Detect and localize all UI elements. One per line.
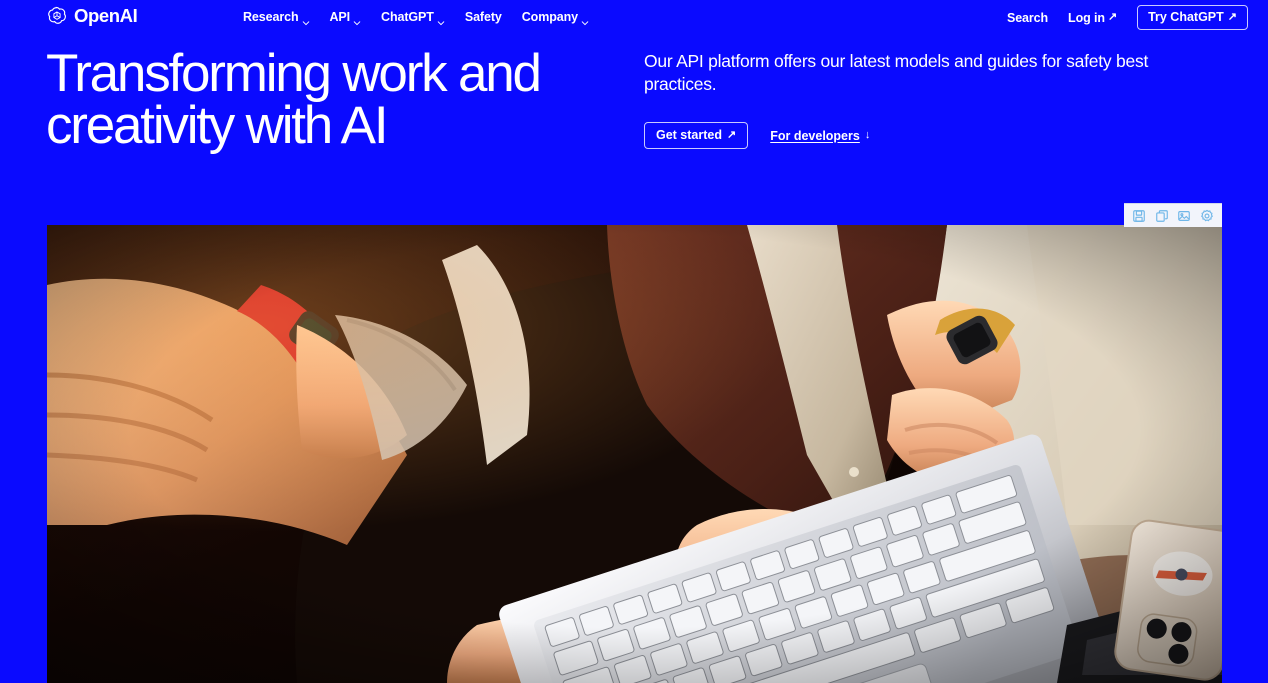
hero-action-row: Get started ↗ For developers ↓	[644, 122, 1224, 150]
nav-primary-links: Research API ChatGPT Safety Company	[243, 8, 589, 26]
main-navigation: OpenAI Research API ChatGPT Safety Compa…	[0, 0, 1268, 34]
search-button[interactable]: Search	[1007, 9, 1048, 27]
try-chatgpt-label: Try ChatGPT	[1148, 10, 1224, 24]
get-started-label: Get started	[656, 128, 722, 143]
nav-item-label: Safety	[464, 10, 502, 24]
nav-item-company[interactable]: Company	[522, 8, 589, 26]
nav-item-label: API	[329, 10, 351, 24]
nav-utility-links: Search Log in ↗ Try ChatGPT ↗	[1007, 5, 1248, 30]
nav-item-chatgpt[interactable]: ChatGPT	[381, 8, 445, 26]
nav-item-api[interactable]: API	[330, 8, 362, 26]
for-developers-label: For developers	[770, 128, 860, 143]
openai-logo-icon	[46, 5, 68, 27]
brand-logo-link[interactable]: OpenAI	[46, 5, 138, 27]
chevron-down-icon	[437, 14, 445, 26]
login-link[interactable]: Log in ↗	[1068, 9, 1117, 27]
arrow-up-right-icon: ↗	[1227, 10, 1237, 23]
hero-media	[47, 225, 1222, 683]
save-icon[interactable]	[1130, 207, 1148, 225]
for-developers-link[interactable]: For developers ↓	[770, 129, 870, 143]
image-icon[interactable]	[1175, 207, 1193, 225]
nav-item-safety[interactable]: Safety	[465, 8, 502, 26]
brand-name: OpenAI	[74, 5, 138, 26]
arrow-up-right-icon: ↗	[1107, 11, 1118, 23]
get-started-button[interactable]: Get started ↗	[644, 122, 749, 150]
settings-icon[interactable]	[1198, 207, 1216, 225]
nav-item-label: Research	[243, 10, 299, 24]
arrow-down-icon: ↓	[864, 129, 871, 142]
search-label: Search	[1006, 10, 1049, 25]
chevron-down-icon	[302, 14, 310, 26]
hero-right-column: Our API platform offers our latest model…	[644, 50, 1224, 150]
nav-item-label: Company	[521, 10, 579, 24]
nav-item-label: ChatGPT	[381, 10, 434, 24]
try-chatgpt-button[interactable]: Try ChatGPT ↗	[1137, 5, 1248, 30]
login-label: Log in	[1068, 10, 1105, 25]
image-toolbar	[1124, 203, 1222, 227]
chevron-down-icon	[353, 14, 361, 26]
nav-item-research[interactable]: Research	[243, 8, 310, 26]
hero-description: Our API platform offers our latest model…	[644, 51, 1149, 95]
page-root: OpenAI Research API ChatGPT Safety Compa…	[0, 0, 1268, 683]
chevron-down-icon	[581, 14, 589, 26]
arrow-up-right-icon: ↗	[727, 128, 737, 141]
hero-photo	[47, 225, 1222, 683]
page-title: Transforming work and creativity with AI	[46, 44, 542, 156]
copy-icon[interactable]	[1153, 207, 1171, 225]
